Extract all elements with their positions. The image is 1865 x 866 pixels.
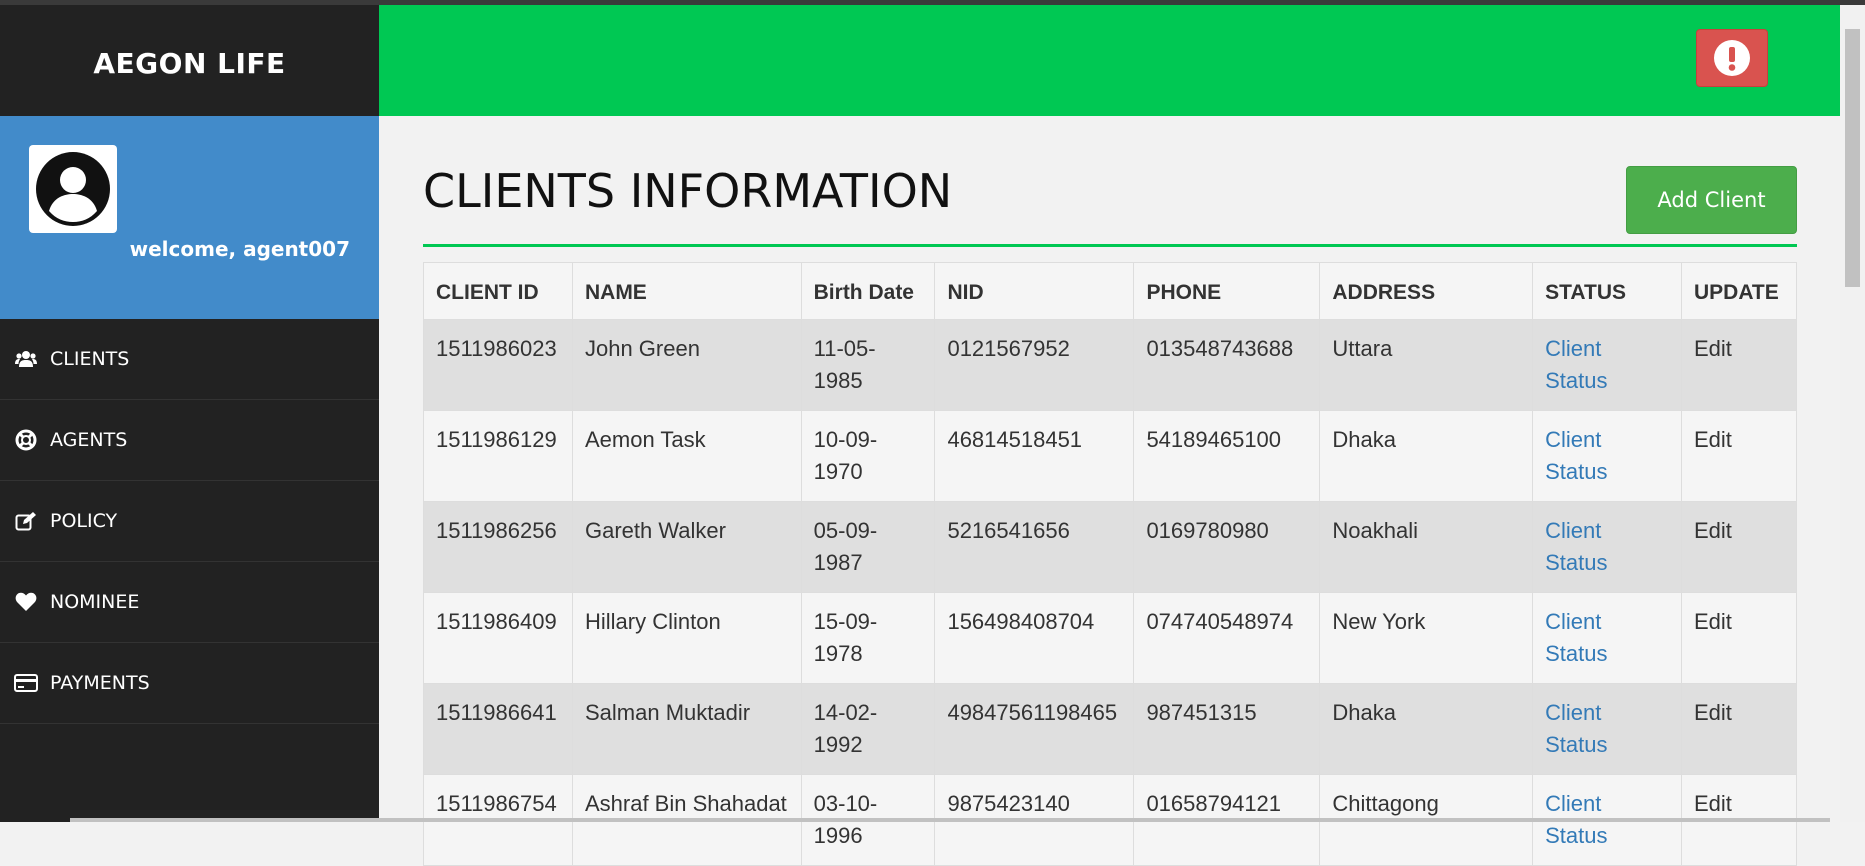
nid-cell: 0121567952 — [934, 319, 1135, 411]
update-cell: Edit — [1680, 501, 1798, 593]
add-client-button[interactable]: Add Client — [1626, 166, 1797, 234]
content-header: CLIENTS INFORMATION Add Client — [423, 116, 1797, 247]
table-row: 1511986409 Hillary Clinton 15-09-1978 15… — [423, 592, 1798, 684]
nid-cell: 49847561198465 — [934, 683, 1135, 775]
update-cell: Edit — [1680, 319, 1798, 411]
phone-cell: 0169780980 — [1133, 501, 1321, 593]
client-id-cell: 1511986129 — [423, 410, 573, 502]
alert-button[interactable] — [1696, 29, 1768, 87]
welcome-text: welcome, agent007 — [129, 237, 350, 261]
nid-cell: 156498408704 — [934, 592, 1135, 684]
name-cell: Aemon Task — [571, 410, 802, 502]
column-header: NID — [934, 262, 1135, 320]
sidebar-item-label: PAYMENTS — [50, 672, 150, 694]
sidebar-item-agents[interactable]: AGENTS — [0, 400, 379, 481]
sidebar: AEGON LIFE welcome, agent007 CLIENTS AGE… — [0, 5, 379, 822]
status-cell: Client Status — [1532, 501, 1682, 593]
horizontal-scrollbar[interactable] — [70, 818, 1830, 822]
column-header: CLIENT ID — [423, 262, 573, 320]
status-cell: Client Status — [1532, 319, 1682, 411]
sidebar-item-policy[interactable]: POLICY — [0, 481, 379, 562]
address-cell: Uttara — [1319, 319, 1534, 411]
client-status-link[interactable]: Client Status — [1545, 336, 1607, 393]
client-status-link[interactable]: Client Status — [1545, 518, 1607, 575]
sidebar-item-clients[interactable]: CLIENTS — [0, 319, 379, 400]
edit-link[interactable]: Edit — [1694, 336, 1732, 361]
table-row: 1511986129 Aemon Task 10-09-1970 4681451… — [423, 410, 1798, 502]
heart-icon — [14, 590, 38, 614]
client-id-cell: 1511986256 — [423, 501, 573, 593]
table-row: 1511986023 John Green 11-05-1985 0121567… — [423, 319, 1798, 411]
table-row: 1511986256 Gareth Walker 05-09-1987 5216… — [423, 501, 1798, 593]
exclamation-circle-icon — [1714, 40, 1750, 76]
client-id-cell: 1511986409 — [423, 592, 573, 684]
column-header: Birth Date — [800, 262, 936, 320]
page-title: CLIENTS INFORMATION — [423, 164, 953, 218]
birth-date-cell: 05-09-1987 — [800, 501, 936, 593]
sidebar-item-payments[interactable]: PAYMENTS — [0, 643, 379, 724]
vertical-scrollbar[interactable] — [1840, 5, 1865, 822]
user-avatar-icon — [36, 152, 110, 226]
name-cell: Hillary Clinton — [571, 592, 802, 684]
status-cell: Client Status — [1532, 410, 1682, 502]
edit-link[interactable]: Edit — [1694, 518, 1732, 543]
column-header: STATUS — [1532, 262, 1682, 320]
address-cell: Noakhali — [1319, 501, 1534, 593]
table-row: 1511986641 Salman Muktadir 14-02-1992 49… — [423, 683, 1798, 775]
address-cell: Dhaka — [1319, 410, 1534, 502]
name-cell: John Green — [571, 319, 802, 411]
edit-link[interactable]: Edit — [1694, 791, 1732, 816]
user-profile-panel: welcome, agent007 — [0, 116, 379, 319]
column-header: ADDRESS — [1319, 262, 1534, 320]
name-cell: Gareth Walker — [571, 501, 802, 593]
sidebar-menu: CLIENTS AGENTS POLICY NOMINEE PAYMENTS — [0, 319, 379, 724]
client-id-cell: 1511986641 — [423, 683, 573, 775]
column-header: PHONE — [1133, 262, 1321, 320]
table-header-row: CLIENT ID NAME Birth Date NID PHONE ADDR… — [423, 262, 1798, 320]
edit-icon — [14, 509, 38, 533]
phone-cell: 54189465100 — [1133, 410, 1321, 502]
edit-link[interactable]: Edit — [1694, 609, 1732, 634]
address-cell: Dhaka — [1319, 683, 1534, 775]
birth-date-cell: 11-05-1985 — [800, 319, 936, 411]
nid-cell: 5216541656 — [934, 501, 1135, 593]
name-cell: Salman Muktadir — [571, 683, 802, 775]
brand-title: AEGON LIFE — [93, 47, 286, 80]
users-icon — [14, 347, 38, 371]
sidebar-item-label: POLICY — [50, 510, 118, 532]
update-cell: Edit — [1680, 410, 1798, 502]
avatar — [29, 145, 117, 233]
status-cell: Client Status — [1532, 683, 1682, 775]
scrollbar-thumb[interactable] — [1845, 29, 1860, 287]
client-id-cell: 1511986023 — [423, 319, 573, 411]
phone-cell: 987451315 — [1133, 683, 1321, 775]
nid-cell: 46814518451 — [934, 410, 1135, 502]
client-status-link[interactable]: Client Status — [1545, 427, 1607, 484]
client-status-link[interactable]: Client Status — [1545, 609, 1607, 666]
phone-cell: 013548743688 — [1133, 319, 1321, 411]
sidebar-item-label: CLIENTS — [50, 348, 130, 370]
life-ring-icon — [14, 428, 38, 452]
sidebar-item-label: AGENTS — [50, 429, 128, 451]
update-cell: Edit — [1680, 592, 1798, 684]
birth-date-cell: 14-02-1992 — [800, 683, 936, 775]
column-header: NAME — [571, 262, 802, 320]
status-cell: Client Status — [1532, 592, 1682, 684]
client-status-link[interactable]: Client Status — [1545, 700, 1607, 757]
address-cell: New York — [1319, 592, 1534, 684]
column-header: UPDATE — [1680, 262, 1798, 320]
edit-link[interactable]: Edit — [1694, 700, 1732, 725]
main-content: CLIENTS INFORMATION Add Client CLIENT ID… — [423, 116, 1798, 866]
sidebar-item-label: NOMINEE — [50, 591, 140, 613]
clients-table: CLIENT ID NAME Birth Date NID PHONE ADDR… — [423, 262, 1798, 866]
update-cell: Edit — [1680, 683, 1798, 775]
birth-date-cell: 15-09-1978 — [800, 592, 936, 684]
top-bar — [379, 5, 1840, 116]
sidebar-item-nominee[interactable]: NOMINEE — [0, 562, 379, 643]
credit-card-icon — [14, 671, 38, 695]
birth-date-cell: 10-09-1970 — [800, 410, 936, 502]
edit-link[interactable]: Edit — [1694, 427, 1732, 452]
phone-cell: 074740548974 — [1133, 592, 1321, 684]
